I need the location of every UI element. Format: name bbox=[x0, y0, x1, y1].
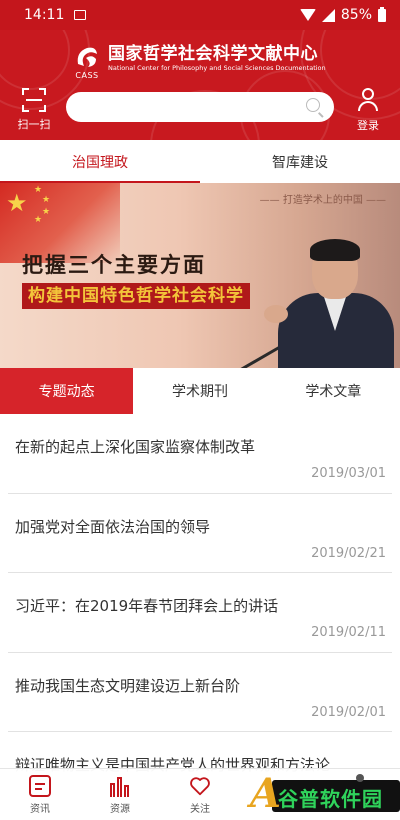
cass-logo-icon: CASS bbox=[72, 44, 102, 82]
watermark-text: 谷普软件园 bbox=[278, 787, 383, 811]
tab-governance[interactable]: 治国理政 bbox=[0, 140, 200, 183]
list-item[interactable]: 习近平：在2019年春节团拜会上的讲话 2019/02/11 bbox=[8, 573, 392, 653]
news-date: 2019/03/01 bbox=[311, 466, 386, 481]
nav-news-label: 资讯 bbox=[30, 804, 50, 815]
star-icon: ★ bbox=[6, 189, 28, 217]
news-list: 在新的起点上深化国家监察体制改革 2019/03/01 加强党对全面依法治国的领… bbox=[0, 414, 400, 812]
news-date: 2019/02/01 bbox=[311, 704, 386, 720]
news-title: 在新的起点上深化国家监察体制改革 bbox=[15, 438, 256, 456]
status-right: 85% bbox=[299, 6, 386, 23]
banner-subheadline: 构建中国特色哲学社会科学 bbox=[22, 283, 250, 309]
org-name-cn: 国家哲学社会科学文献中心 bbox=[108, 44, 318, 64]
nav-resources-label: 资源 bbox=[110, 804, 130, 815]
search-input[interactable] bbox=[66, 92, 334, 122]
site-watermark: A 谷普软件园 bbox=[250, 770, 400, 818]
nav-follow-label: 关注 bbox=[190, 804, 210, 815]
battery-percent: 85% bbox=[340, 7, 372, 23]
list-item[interactable]: 在新的起点上深化国家监察体制改革 2019/03/01 bbox=[8, 414, 392, 494]
list-item[interactable]: 加强党对全面依法治国的领导 2019/02/21 bbox=[8, 494, 392, 573]
tab-articles[interactable]: 学术文章 bbox=[267, 368, 400, 414]
watermark-logo-icon: A bbox=[250, 770, 282, 817]
news-title: 推动我国生态文明建设迈上新台阶 bbox=[15, 676, 241, 695]
org-logo: CASS 国家哲学社会科学文献中心 National Center for Ph… bbox=[72, 44, 326, 82]
news-title: 加强党对全面依法治国的领导 bbox=[15, 517, 211, 536]
news-date: 2019/02/21 bbox=[311, 545, 386, 561]
wifi-icon bbox=[299, 9, 316, 21]
nav-resources[interactable]: 资源 bbox=[80, 769, 160, 820]
status-bar: 14:11 85% bbox=[0, 0, 400, 30]
nav-follow[interactable]: 关注 bbox=[160, 769, 240, 820]
news-title: 习近平：在2019年春节团拜会上的讲话 bbox=[15, 597, 279, 615]
tab-journals[interactable]: 学术期刊 bbox=[133, 368, 266, 414]
news-date: 2019/02/11 bbox=[311, 625, 386, 640]
speaker-photo bbox=[264, 239, 394, 368]
sub-tabs: 专题动态 学术期刊 学术文章 bbox=[0, 368, 400, 414]
login-button[interactable]: 登录 bbox=[350, 88, 386, 133]
heart-icon bbox=[189, 775, 211, 797]
banner[interactable]: ★ ★ ★ ★ ★ —— 打造学术上的中国 —— 把握三个主要方面 构建中国特色… bbox=[0, 183, 400, 368]
battery-icon bbox=[378, 6, 386, 22]
scan-button[interactable]: 扫一扫 bbox=[14, 88, 54, 132]
banner-tagline: —— 打造学术上的中国 —— bbox=[259, 195, 386, 206]
list-item[interactable]: 推动我国生态文明建设迈上新台阶 2019/02/01 bbox=[8, 653, 392, 732]
status-time: 14:11 bbox=[24, 7, 65, 23]
scan-label: 扫一扫 bbox=[17, 118, 51, 131]
org-name-en: National Center for Philosophy and Socia… bbox=[108, 64, 326, 72]
resources-icon bbox=[109, 775, 131, 797]
banner-headline: 把握三个主要方面 bbox=[22, 253, 206, 277]
search-icon[interactable] bbox=[306, 98, 320, 112]
logo-cass-text: CASS bbox=[75, 71, 99, 80]
scan-icon bbox=[22, 88, 46, 112]
image-notification-icon bbox=[74, 10, 87, 20]
tab-think-tank[interactable]: 智库建设 bbox=[200, 140, 400, 183]
top-tabs: 治国理政 智库建设 bbox=[0, 140, 400, 183]
login-label: 登录 bbox=[357, 119, 379, 132]
news-icon bbox=[29, 775, 51, 797]
nav-news[interactable]: 资讯 bbox=[0, 769, 80, 820]
app-header: CASS 国家哲学社会科学文献中心 National Center for Ph… bbox=[0, 30, 400, 140]
tab-special-topics[interactable]: 专题动态 bbox=[0, 368, 134, 414]
signal-icon bbox=[321, 8, 335, 22]
user-icon bbox=[362, 88, 374, 100]
